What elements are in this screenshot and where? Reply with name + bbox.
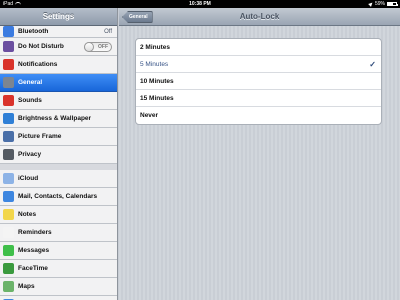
- sidebar-item-brightness-wallpaper[interactable]: Brightness & Wallpaper: [0, 110, 117, 128]
- sidebar-item-label: Mail, Contacts, Calendars: [18, 193, 98, 200]
- navigation-bar: General Auto-Lock: [119, 8, 400, 26]
- option-label: 10 Minutes: [140, 78, 174, 85]
- status-bar: iPad 10:38 PM 59%: [0, 0, 400, 8]
- sidebar-item-facetime[interactable]: FaceTime: [0, 260, 117, 278]
- option-2-minutes[interactable]: 2 Minutes: [136, 39, 381, 56]
- gear-icon: [3, 77, 14, 88]
- option-10-minutes[interactable]: 10 Minutes: [136, 73, 381, 90]
- sidebar-item-general[interactable]: General: [0, 74, 117, 92]
- maps-icon: [3, 281, 14, 292]
- moon-icon: [3, 41, 14, 52]
- settings-sidebar: Settings Bluetooth Off Do Not Disturb OFF No…: [0, 8, 118, 300]
- sidebar-item-bluetooth[interactable]: Bluetooth Off: [0, 26, 117, 38]
- clock: 10:38 PM: [189, 1, 211, 7]
- option-label: 2 Minutes: [140, 44, 170, 51]
- bluetooth-icon: [3, 26, 14, 37]
- status-bar-right: 59%: [368, 0, 398, 8]
- mail-icon: [3, 191, 14, 202]
- sidebar-item-privacy[interactable]: Privacy: [0, 146, 117, 164]
- sidebar-item-label: Do Not Disturb: [18, 43, 64, 50]
- sidebar-item-maps[interactable]: Maps: [0, 278, 117, 296]
- facetime-icon: [3, 263, 14, 274]
- option-label: 15 Minutes: [140, 95, 174, 102]
- sidebar-item-do-not-disturb[interactable]: Do Not Disturb OFF: [0, 38, 117, 56]
- battery-percent: 59%: [374, 1, 385, 7]
- sidebar-item-label: Messages: [18, 247, 50, 254]
- battery-icon: [387, 2, 398, 6]
- sidebar-item-label: Reminders: [18, 229, 52, 236]
- sidebar-item-mail-contacts-calendars[interactable]: Mail, Contacts, Calendars: [0, 188, 117, 206]
- sidebar-item-label: Notes: [18, 211, 37, 218]
- sidebar-item-label: Privacy: [18, 151, 42, 158]
- sidebar-item-picture-frame[interactable]: Picture Frame: [0, 128, 117, 146]
- reminders-icon: [3, 227, 14, 238]
- sidebar-item-label: FaceTime: [18, 265, 48, 272]
- option-label: Never: [140, 112, 159, 119]
- sidebar-item-icloud[interactable]: iCloud: [0, 170, 117, 188]
- notifications-icon: [3, 59, 14, 70]
- sidebar-list: Bluetooth Off Do Not Disturb OFF Notificatio…: [0, 26, 117, 300]
- option-never[interactable]: Never: [136, 107, 381, 124]
- cloud-icon: [3, 173, 14, 184]
- auto-lock-options-table: 2 Minutes 5 Minutes ✓ 10 Minutes 15 Minutes N…: [135, 38, 382, 125]
- hand-icon: [3, 149, 14, 160]
- sidebar-item-value: Off: [104, 28, 112, 35]
- toggle-label: OFF: [98, 43, 108, 50]
- sidebar-item-sounds[interactable]: Sounds: [0, 92, 117, 110]
- location-icon: [368, 1, 374, 7]
- sidebar-item-safari[interactable]: Safari: [0, 296, 117, 300]
- sidebar-item-label: Maps: [18, 283, 35, 290]
- speaker-icon: [3, 95, 14, 106]
- page-title: Auto-Lock: [239, 12, 280, 21]
- do-not-disturb-toggle[interactable]: OFF: [84, 41, 112, 52]
- sidebar-item-messages[interactable]: Messages: [0, 242, 117, 260]
- option-15-minutes[interactable]: 15 Minutes: [136, 90, 381, 107]
- battery-level: [388, 3, 393, 5]
- sidebar-item-label: Picture Frame: [18, 133, 62, 140]
- detail-pane: General Auto-Lock 2 Minutes 5 Minutes ✓ 10 …: [119, 8, 400, 300]
- sidebar-item-notifications[interactable]: Notifications: [0, 56, 117, 74]
- sidebar-item-notes[interactable]: Notes: [0, 206, 117, 224]
- sun-icon: [3, 113, 14, 124]
- sidebar-item-label: Notifications: [18, 61, 58, 68]
- checkmark-icon: ✓: [369, 60, 376, 69]
- picture-frame-icon: [3, 131, 14, 142]
- sidebar-item-reminders[interactable]: Reminders: [0, 224, 117, 242]
- option-label: 5 Minutes: [140, 61, 169, 68]
- option-5-minutes[interactable]: 5 Minutes ✓: [136, 56, 381, 73]
- sidebar-item-label: iCloud: [18, 175, 39, 182]
- notes-icon: [3, 209, 14, 220]
- sidebar-title: Settings: [0, 8, 117, 26]
- toggle-knob: [84, 41, 94, 52]
- sidebar-item-label: Bluetooth: [18, 28, 49, 35]
- sidebar-item-label: Brightness & Wallpaper: [18, 115, 92, 122]
- sidebar-item-label: General: [18, 79, 43, 86]
- messages-icon: [3, 245, 14, 256]
- sidebar-item-label: Sounds: [18, 97, 42, 104]
